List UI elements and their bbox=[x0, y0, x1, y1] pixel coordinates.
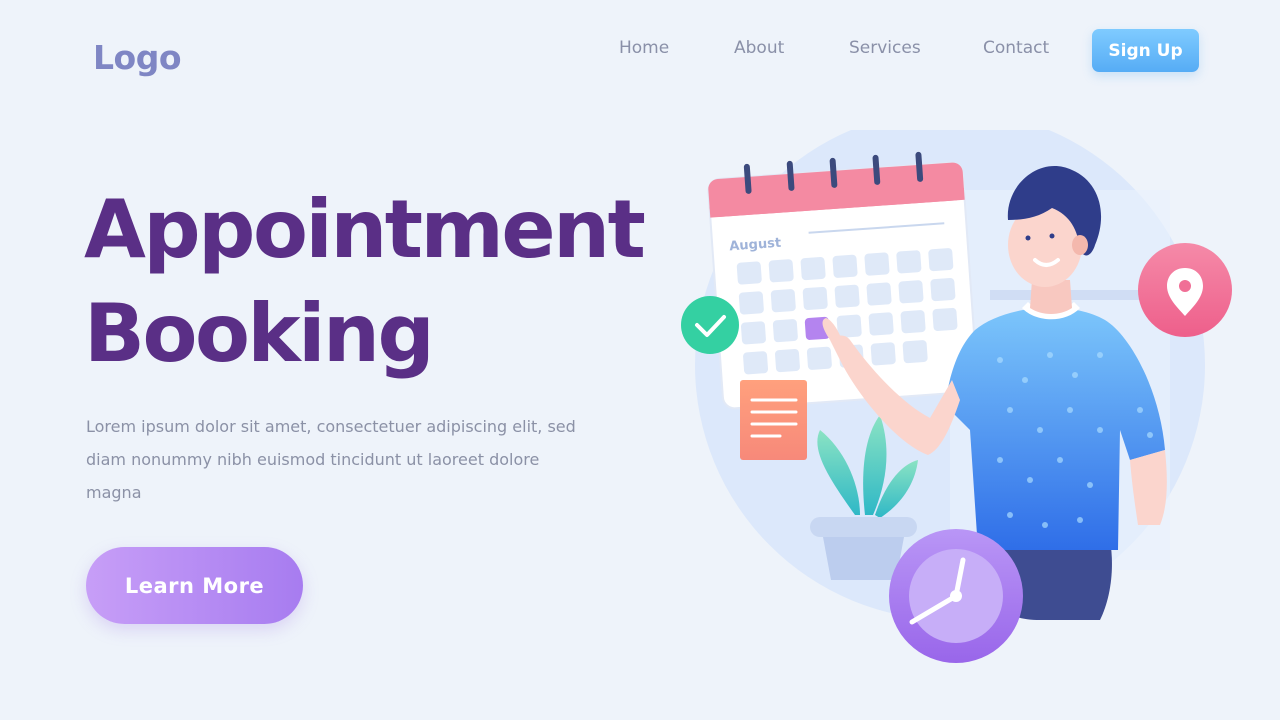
nav-home[interactable]: Home bbox=[619, 38, 669, 58]
illustration-canvas: August bbox=[681, 130, 1232, 663]
sign-up-button[interactable]: Sign Up bbox=[1092, 29, 1199, 72]
hero-illustration: August bbox=[660, 130, 1260, 690]
landing-page: Logo Home About Services Contact Sign Up… bbox=[0, 0, 1280, 720]
note-icon bbox=[740, 380, 807, 460]
hero-description: Lorem ipsum dolor sit amet, consectetuer… bbox=[86, 417, 576, 502]
calendar-icon bbox=[707, 151, 979, 410]
nav-contact[interactable]: Contact bbox=[983, 38, 1049, 58]
nav-services[interactable]: Services bbox=[849, 38, 921, 58]
main-nav: Home About Services Contact bbox=[0, 38, 1280, 62]
learn-more-button[interactable]: Learn More bbox=[86, 547, 303, 624]
nav-about[interactable]: About bbox=[734, 38, 784, 58]
title-line-1: Appointment bbox=[84, 183, 646, 276]
title-line-2: Booking bbox=[84, 287, 435, 380]
location-pin-icon bbox=[1138, 243, 1232, 337]
page-title: Appointment Booking bbox=[84, 178, 684, 386]
clock-icon bbox=[889, 529, 1023, 663]
check-icon bbox=[681, 296, 739, 354]
